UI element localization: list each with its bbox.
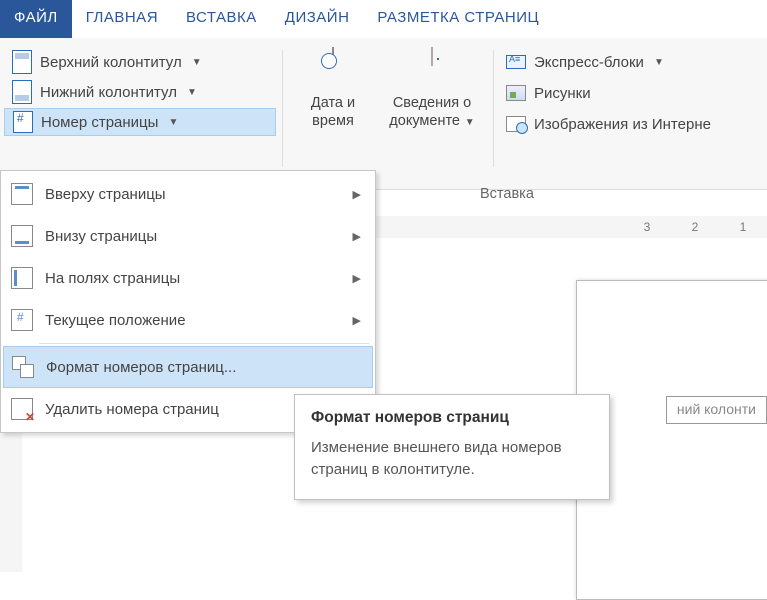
menu-separator: [39, 343, 369, 344]
menu-label: Удалить номера страниц: [45, 401, 219, 418]
ribbon: Верхний колонтитул ▼ Нижний колонтитул ▼…: [0, 38, 767, 190]
current-position-icon: [11, 309, 33, 331]
menu-current-position[interactable]: Текущее положение ▶: [3, 299, 373, 341]
page-number-dropdown[interactable]: Номер страницы ▼: [4, 108, 276, 136]
calendar-clock-icon: [332, 47, 334, 66]
chevron-down-icon: ▼: [192, 57, 202, 68]
tab-page-layout[interactable]: РАЗМЕТКА СТРАНИЦ: [363, 0, 553, 38]
menu-bottom-of-page[interactable]: Внизу страницы ▶: [3, 215, 373, 257]
menu-top-of-page[interactable]: Вверху страницы ▶: [3, 173, 373, 215]
group-label-insert: Вставка: [480, 186, 767, 202]
chevron-right-icon: ▶: [353, 188, 361, 201]
chevron-down-icon: ▼: [654, 57, 664, 68]
format-icon: [12, 356, 34, 378]
chevron-right-icon: ▶: [353, 314, 361, 327]
ribbon-tab-strip: ФАЙЛ ГЛАВНАЯ ВСТАВКА ДИЗАЙН РАЗМЕТКА СТР…: [0, 0, 767, 38]
doc-info-label-1: Сведения о: [393, 94, 471, 112]
date-time-label-1: Дата и: [311, 94, 355, 112]
date-time-label-2: время: [312, 112, 354, 130]
doc-info-icon: [431, 47, 433, 66]
footer-icon: [12, 80, 32, 104]
separator: [282, 50, 283, 167]
page-bottom-icon: [11, 225, 33, 247]
menu-label: Текущее положение: [45, 312, 186, 329]
header-footer-group: Верхний колонтитул ▼ Нижний колонтитул ▼…: [4, 44, 276, 189]
ruler-mark: 2: [691, 220, 699, 234]
chevron-down-icon: ▼: [168, 117, 178, 128]
quick-parts-dropdown[interactable]: Экспресс-блоки ▼: [500, 48, 717, 76]
pictures-label: Рисунки: [534, 85, 591, 102]
document-info-dropdown[interactable]: Сведения о документе ▼: [377, 44, 487, 189]
menu-label: Вверху страницы: [45, 186, 166, 203]
menu-page-margins[interactable]: На полях страницы ▶: [3, 257, 373, 299]
separator: [493, 50, 494, 167]
footer-label: Нижний колонтитул: [40, 84, 177, 101]
header-footer-tag: ний колонти: [666, 396, 767, 424]
doc-info-label-2: документе: [389, 113, 460, 129]
chevron-down-icon: ▼: [462, 117, 475, 128]
chevron-right-icon: ▶: [353, 272, 361, 285]
page-number-icon: [13, 111, 33, 133]
pictures-button[interactable]: Рисунки: [500, 79, 717, 107]
page-margins-icon: [11, 267, 33, 289]
online-pictures-button[interactable]: Изображения из Интерне: [500, 110, 717, 138]
tab-file[interactable]: ФАЙЛ: [0, 0, 72, 38]
tab-design[interactable]: ДИЗАЙН: [271, 0, 364, 38]
header-label: Верхний колонтитул: [40, 54, 182, 71]
header-dropdown[interactable]: Верхний колонтитул ▼: [4, 48, 276, 76]
tooltip-body: Изменение внешнего вида номеров страниц …: [311, 437, 593, 481]
header-icon: [12, 50, 32, 74]
date-time-button[interactable]: Дата и время: [289, 44, 377, 189]
tab-insert[interactable]: ВСТАВКА: [172, 0, 271, 38]
online-picture-icon: [506, 116, 526, 132]
building-blocks-icon: [506, 55, 526, 69]
quick-parts-label: Экспресс-блоки: [534, 54, 644, 71]
chevron-right-icon: ▶: [353, 230, 361, 243]
tooltip-title: Формат номеров страниц: [311, 409, 593, 427]
page-top-icon: [11, 183, 33, 205]
delete-icon: [11, 398, 33, 420]
chevron-down-icon: ▼: [187, 87, 197, 98]
tooltip-format-page-numbers: Формат номеров страниц Изменение внешнег…: [294, 394, 610, 500]
menu-label: Формат номеров страниц...: [46, 359, 236, 376]
footer-dropdown[interactable]: Нижний колонтитул ▼: [4, 78, 276, 106]
menu-label: Внизу страницы: [45, 228, 157, 245]
menu-label: На полях страницы: [45, 270, 180, 287]
picture-icon: [506, 85, 526, 101]
tab-home[interactable]: ГЛАВНАЯ: [72, 0, 172, 38]
page-number-label: Номер страницы: [41, 114, 158, 131]
ruler-mark: 3: [643, 220, 651, 234]
menu-format-page-numbers[interactable]: Формат номеров страниц...: [3, 346, 373, 388]
online-pictures-label: Изображения из Интерне: [534, 116, 711, 133]
ruler-mark: 1: [739, 220, 747, 234]
insert-group-column: Экспресс-блоки ▼ Рисунки Изображения из …: [500, 44, 717, 189]
